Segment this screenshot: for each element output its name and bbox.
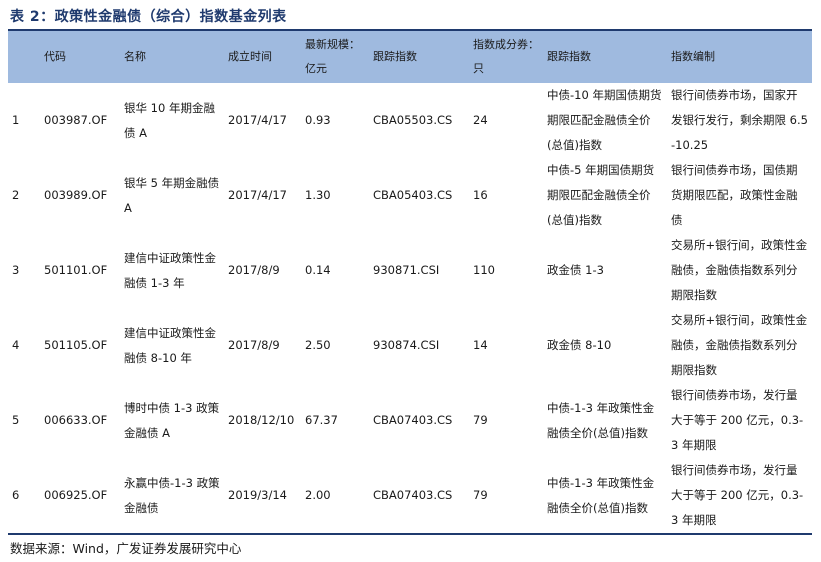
cell-index: CBA07403.CS bbox=[369, 458, 469, 535]
cell-no: 6 bbox=[8, 458, 40, 535]
header-index-name: 跟踪指数 bbox=[543, 31, 667, 83]
cell-date: 2017/4/17 bbox=[228, 113, 287, 127]
header-name: 名称 bbox=[120, 31, 224, 83]
cell-count: 79 bbox=[469, 458, 543, 535]
cell-code: 003987.OF bbox=[44, 113, 108, 127]
cell-date: 2017/4/17 bbox=[228, 188, 287, 202]
cell-code: 501105.OF bbox=[44, 338, 108, 352]
cell-code: 006925.OF bbox=[40, 458, 120, 535]
cell-size: 67.37 bbox=[305, 413, 338, 427]
cell-no: 1 bbox=[12, 113, 20, 127]
table-row: 3 501101.OF 建信中证政策性金融债 1-3 年 2017/8/9 0.… bbox=[8, 233, 812, 308]
cell-no: 2 bbox=[12, 188, 20, 202]
cell-index-name: 中债-5 年期国债期货期限匹配金融债全价(总值)指数 bbox=[547, 163, 655, 227]
cell-name: 银华 5 年期金融债 A bbox=[124, 175, 220, 215]
cell-count: 79 bbox=[473, 413, 488, 427]
cell-size: 1.30 bbox=[305, 188, 331, 202]
cell-index-name: 政金债 1-3 bbox=[547, 263, 604, 277]
cell-index: 930871.CSI bbox=[373, 263, 440, 277]
header-date: 成立时间 bbox=[224, 31, 301, 83]
cell-index: 930874.CSI bbox=[373, 338, 440, 352]
cell-date: 2017/8/9 bbox=[228, 263, 280, 277]
cell-compile: 银行间债券市场，发行量大于等于 200 亿元，0.3-3 年期限 bbox=[671, 388, 804, 452]
cell-count: 16 bbox=[473, 188, 488, 202]
cell-compile: 交易所+银行间，政策性金融债，金融债指数系列分期限指数 bbox=[671, 313, 808, 377]
cell-index-name: 中债-1-3 年政策性金融债全价(总值)指数 bbox=[543, 458, 667, 535]
header-count: 指数成分券：只 bbox=[469, 31, 543, 83]
cell-index: CBA05503.CS bbox=[373, 113, 453, 127]
cell-index-name: 中债-10 年期国债期货期限匹配金融债全价(总值)指数 bbox=[547, 88, 662, 152]
cell-index: CBA05403.CS bbox=[373, 188, 453, 202]
table-row: 4 501105.OF 建信中证政策性金融债 8-10 年 2017/8/9 2… bbox=[8, 308, 812, 383]
cell-count: 14 bbox=[473, 338, 488, 352]
table-caption: 表 2：政策性金融债（综合）指数基金列表 bbox=[10, 9, 287, 25]
cell-size: 2.00 bbox=[301, 458, 369, 535]
cell-count: 24 bbox=[473, 113, 488, 127]
cell-date: 2018/12/10 bbox=[228, 413, 295, 427]
cell-size: 2.50 bbox=[305, 338, 331, 352]
cell-name: 银华 10 年期金融债 A bbox=[124, 100, 215, 140]
table-row: 5 006633.OF 博时中债 1-3 政策金融债 A 2018/12/10 … bbox=[8, 383, 812, 458]
cell-index-name: 政金债 8-10 bbox=[547, 338, 612, 352]
cell-compile: 银行间债券市场，发行量大于等于 200 亿元，0.3-3 年期限 bbox=[667, 458, 812, 535]
header-index: 跟踪指数 bbox=[369, 31, 469, 83]
cell-date: 2019/3/14 bbox=[224, 458, 301, 535]
table-row: 6 006925.OF 永赢中债-1-3 政策金融债 2019/3/14 2.0… bbox=[8, 458, 812, 535]
cell-no: 3 bbox=[12, 263, 20, 277]
header-code: 代码 bbox=[40, 31, 120, 83]
cell-date: 2017/8/9 bbox=[228, 338, 280, 352]
cell-size: 0.14 bbox=[305, 263, 331, 277]
cell-code: 006633.OF bbox=[44, 413, 108, 427]
cell-index-name: 中债-1-3 年政策性金融债全价(总值)指数 bbox=[547, 400, 655, 440]
cell-no: 4 bbox=[12, 338, 20, 352]
cell-count: 110 bbox=[473, 263, 495, 277]
table-header-row: 代码 名称 成立时间 最新规模：亿元 跟踪指数 指数成分券：只 跟踪指数 指数编… bbox=[8, 31, 812, 83]
header-size: 最新规模：亿元 bbox=[301, 31, 369, 83]
cell-name: 建信中证政策性金融债 1-3 年 bbox=[124, 250, 216, 290]
cell-code: 003989.OF bbox=[44, 188, 108, 202]
table-row: 1 003987.OF 银华 10 年期金融债 A 2017/4/17 0.93… bbox=[8, 83, 812, 158]
header-compile: 指数编制 bbox=[667, 31, 812, 83]
cell-name: 建信中证政策性金融债 8-10 年 bbox=[124, 325, 216, 365]
cell-size: 0.93 bbox=[305, 113, 331, 127]
cell-index: CBA07403.CS bbox=[373, 413, 453, 427]
table-row: 2 003989.OF 银华 5 年期金融债 A 2017/4/17 1.30 … bbox=[8, 158, 812, 233]
cell-name: 博时中债 1-3 政策金融债 A bbox=[124, 400, 220, 440]
data-source-note: 数据来源：Wind，广发证券发展研究中心 bbox=[10, 541, 242, 556]
cell-no: 5 bbox=[12, 413, 20, 427]
cell-compile: 银行间债券市场，国债期货期限匹配，政策性金融债 bbox=[671, 163, 798, 227]
fund-table: 代码 名称 成立时间 最新规模：亿元 跟踪指数 指数成分券：只 跟踪指数 指数编… bbox=[8, 31, 812, 535]
cell-code: 501101.OF bbox=[44, 263, 108, 277]
header-no bbox=[8, 31, 40, 83]
cell-name: 永赢中债-1-3 政策金融债 bbox=[120, 458, 224, 535]
cell-compile: 交易所+银行间，政策性金融债，金融债指数系列分期限指数 bbox=[671, 238, 808, 302]
cell-compile: 银行间债券市场，国家开发银行发行，剩余期限 6.5-10.25 bbox=[671, 88, 808, 152]
